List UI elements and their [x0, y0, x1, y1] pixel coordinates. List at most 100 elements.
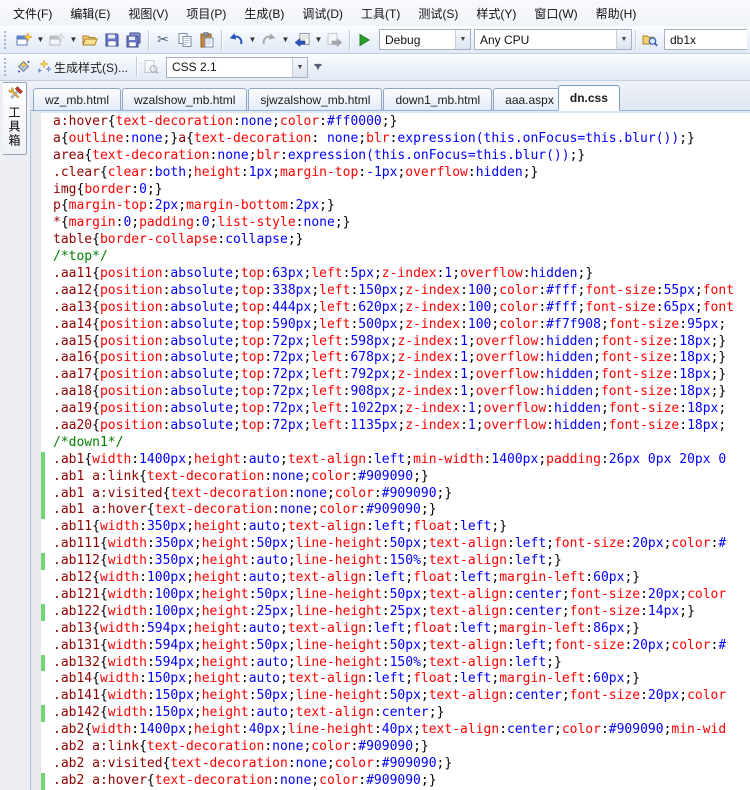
open-file-button[interactable]: [79, 29, 101, 51]
menu-item[interactable]: 视图(V): [119, 0, 177, 26]
code-line: .ab131{width:594px;height:50px;line-heig…: [41, 638, 750, 655]
code-line: .aa19{position:absolute;top:72px;left:10…: [41, 401, 750, 418]
document-tab[interactable]: sjwzalshow_mb.html: [248, 88, 382, 110]
document-tab-label: wz_mb.html: [45, 93, 109, 107]
undo-icon: [228, 32, 244, 48]
code-line: /*top*/: [41, 249, 750, 266]
code-line: .ab1{width:1400px;height:auto;text-align…: [41, 452, 750, 469]
cut-button[interactable]: ✂: [152, 29, 174, 51]
add-item-button[interactable]: [46, 29, 68, 51]
code-line: .ab2{width:1400px;height:40px;line-heigh…: [41, 722, 750, 739]
standard-toolbar: ▼ ▼: [0, 26, 750, 54]
menu-item[interactable]: 测试(S): [409, 0, 467, 26]
document-tab[interactable]: down1_mb.html: [383, 88, 492, 110]
chevron-down-icon[interactable]: ▼: [455, 30, 470, 49]
menu-item-label: 项目(P): [186, 5, 226, 22]
new-item-button[interactable]: [13, 29, 35, 51]
add-item-icon: [49, 32, 65, 48]
start-debugging-button[interactable]: [353, 29, 375, 51]
change-tracking-bar: [41, 655, 45, 672]
document-tab-active[interactable]: dn.css: [558, 85, 620, 111]
toolbar-overflow-button[interactable]: ▬▼: [312, 56, 324, 78]
copy-button[interactable]: [174, 29, 196, 51]
code-line: .ab1 a:link{text-decoration:none;color:#…: [41, 469, 750, 486]
new-item-dropdown[interactable]: ▼: [35, 29, 46, 51]
redo-button[interactable]: [258, 29, 280, 51]
menu-item[interactable]: 样式(Y): [467, 0, 525, 26]
toolbar-separator: [148, 30, 149, 50]
code-line: table{border-collapse:collapse;}: [41, 232, 750, 249]
redo-dropdown[interactable]: ▼: [280, 29, 291, 51]
solution-platform-combo[interactable]: Any CPU ▼: [474, 29, 632, 50]
undo-dropdown[interactable]: ▼: [247, 29, 258, 51]
code-line: .ab121{width:100px;height:50px;line-heig…: [41, 587, 750, 604]
style-preview-button[interactable]: [140, 56, 162, 78]
solution-platform-value: Any CPU: [475, 33, 534, 47]
chevron-down-icon[interactable]: ▼: [616, 30, 631, 49]
style-preview-icon: [143, 59, 159, 75]
menu-item-label: 编辑(E): [70, 5, 110, 22]
change-tracking-bar: [41, 553, 45, 570]
add-item-dropdown[interactable]: ▼: [68, 29, 79, 51]
menu-item-label: 样式(Y): [476, 5, 516, 22]
left-dock-strip: 工具箱: [0, 81, 30, 790]
menu-item[interactable]: 编辑(E): [61, 0, 119, 26]
chevron-down-icon[interactable]: ▼: [292, 58, 307, 77]
change-tracking-bar: [41, 469, 45, 486]
menu-item[interactable]: 工具(T): [352, 0, 409, 26]
toolbar-grip[interactable]: [4, 31, 9, 49]
generate-style-button[interactable]: 生成样式(S)...: [35, 56, 133, 78]
find-in-files-button[interactable]: [639, 29, 661, 51]
code-line: .ab2 a:link{text-decoration:none;color:#…: [41, 739, 750, 756]
css-schema-combo[interactable]: CSS 2.1 ▼: [166, 57, 308, 78]
save-button[interactable]: [101, 29, 123, 51]
toolbox-tab[interactable]: 工具箱: [3, 82, 27, 155]
code-line: .aa13{position:absolute;top:444px;left:6…: [41, 300, 750, 317]
menu-item[interactable]: 调试(D): [293, 0, 352, 26]
menu-item-label: 生成(B): [244, 5, 284, 22]
code-text-area[interactable]: a:hover{text-decoration:none;color:#ff00…: [41, 114, 750, 790]
menu-item-label: 测试(S): [418, 5, 458, 22]
css-schema-value: CSS 2.1: [167, 60, 222, 74]
menu-item[interactable]: 帮助(H): [587, 0, 646, 26]
start-debugging-icon: [357, 33, 371, 47]
code-line: .aa17{position:absolute;top:72px;left:79…: [41, 367, 750, 384]
new-item-icon: [16, 32, 32, 48]
redo-icon: [261, 32, 277, 48]
find-in-files-icon: [642, 32, 658, 48]
code-line: .ab2 a:hover{text-decoration:none;color:…: [41, 773, 750, 790]
save-all-button[interactable]: [123, 29, 145, 51]
toolbox-icon: [7, 86, 23, 102]
code-line: .ab14{width:150px;height:auto;text-align…: [41, 671, 750, 688]
save-icon: [104, 32, 120, 48]
menu-item[interactable]: 窗口(W): [525, 0, 586, 26]
build-style-button[interactable]: [13, 56, 35, 78]
navigate-backward-dropdown[interactable]: ▼: [313, 29, 324, 51]
change-tracking-bar: [41, 486, 45, 503]
document-tab-strip: wz_mb.html wzalshow_mb.html sjwzalshow_m…: [30, 81, 750, 111]
paste-button[interactable]: [196, 29, 218, 51]
menu-item[interactable]: 文件(F): [4, 0, 61, 26]
document-tab[interactable]: wzalshow_mb.html: [122, 88, 247, 110]
document-tab[interactable]: aaa.aspx: [493, 88, 566, 110]
ide-window: 文件(F) 编辑(E) 视图(V) 项目(P) 生成(B) 调试(D) 工具(T…: [0, 0, 750, 790]
toolbar-grip[interactable]: [4, 58, 9, 76]
navigate-backward-button[interactable]: [291, 29, 313, 51]
menu-item-label: 工具(T): [361, 5, 400, 22]
code-line: area{text-decoration:none;blr:expression…: [41, 148, 750, 165]
document-tab[interactable]: wz_mb.html: [33, 88, 121, 110]
code-editor[interactable]: a:hover{text-decoration:none;color:#ff00…: [30, 111, 750, 790]
code-line: .ab2 a:visited{text-decoration:none;colo…: [41, 756, 750, 773]
menu-item[interactable]: 生成(B): [235, 0, 293, 26]
menu-item[interactable]: 项目(P): [177, 0, 235, 26]
open-folder-icon: [82, 32, 98, 48]
code-line: .ab13{width:594px;height:auto;text-align…: [41, 621, 750, 638]
code-line: a:hover{text-decoration:none;color:#ff00…: [41, 114, 750, 131]
navigate-forward-button[interactable]: [324, 29, 346, 51]
find-combo[interactable]: db1x: [664, 29, 747, 50]
code-line: .ab12{width:100px;height:auto;text-align…: [41, 570, 750, 587]
undo-button[interactable]: [225, 29, 247, 51]
solution-configuration-combo[interactable]: Debug ▼: [379, 29, 471, 50]
indicator-margin: [31, 113, 41, 790]
build-style-icon: [16, 59, 32, 75]
